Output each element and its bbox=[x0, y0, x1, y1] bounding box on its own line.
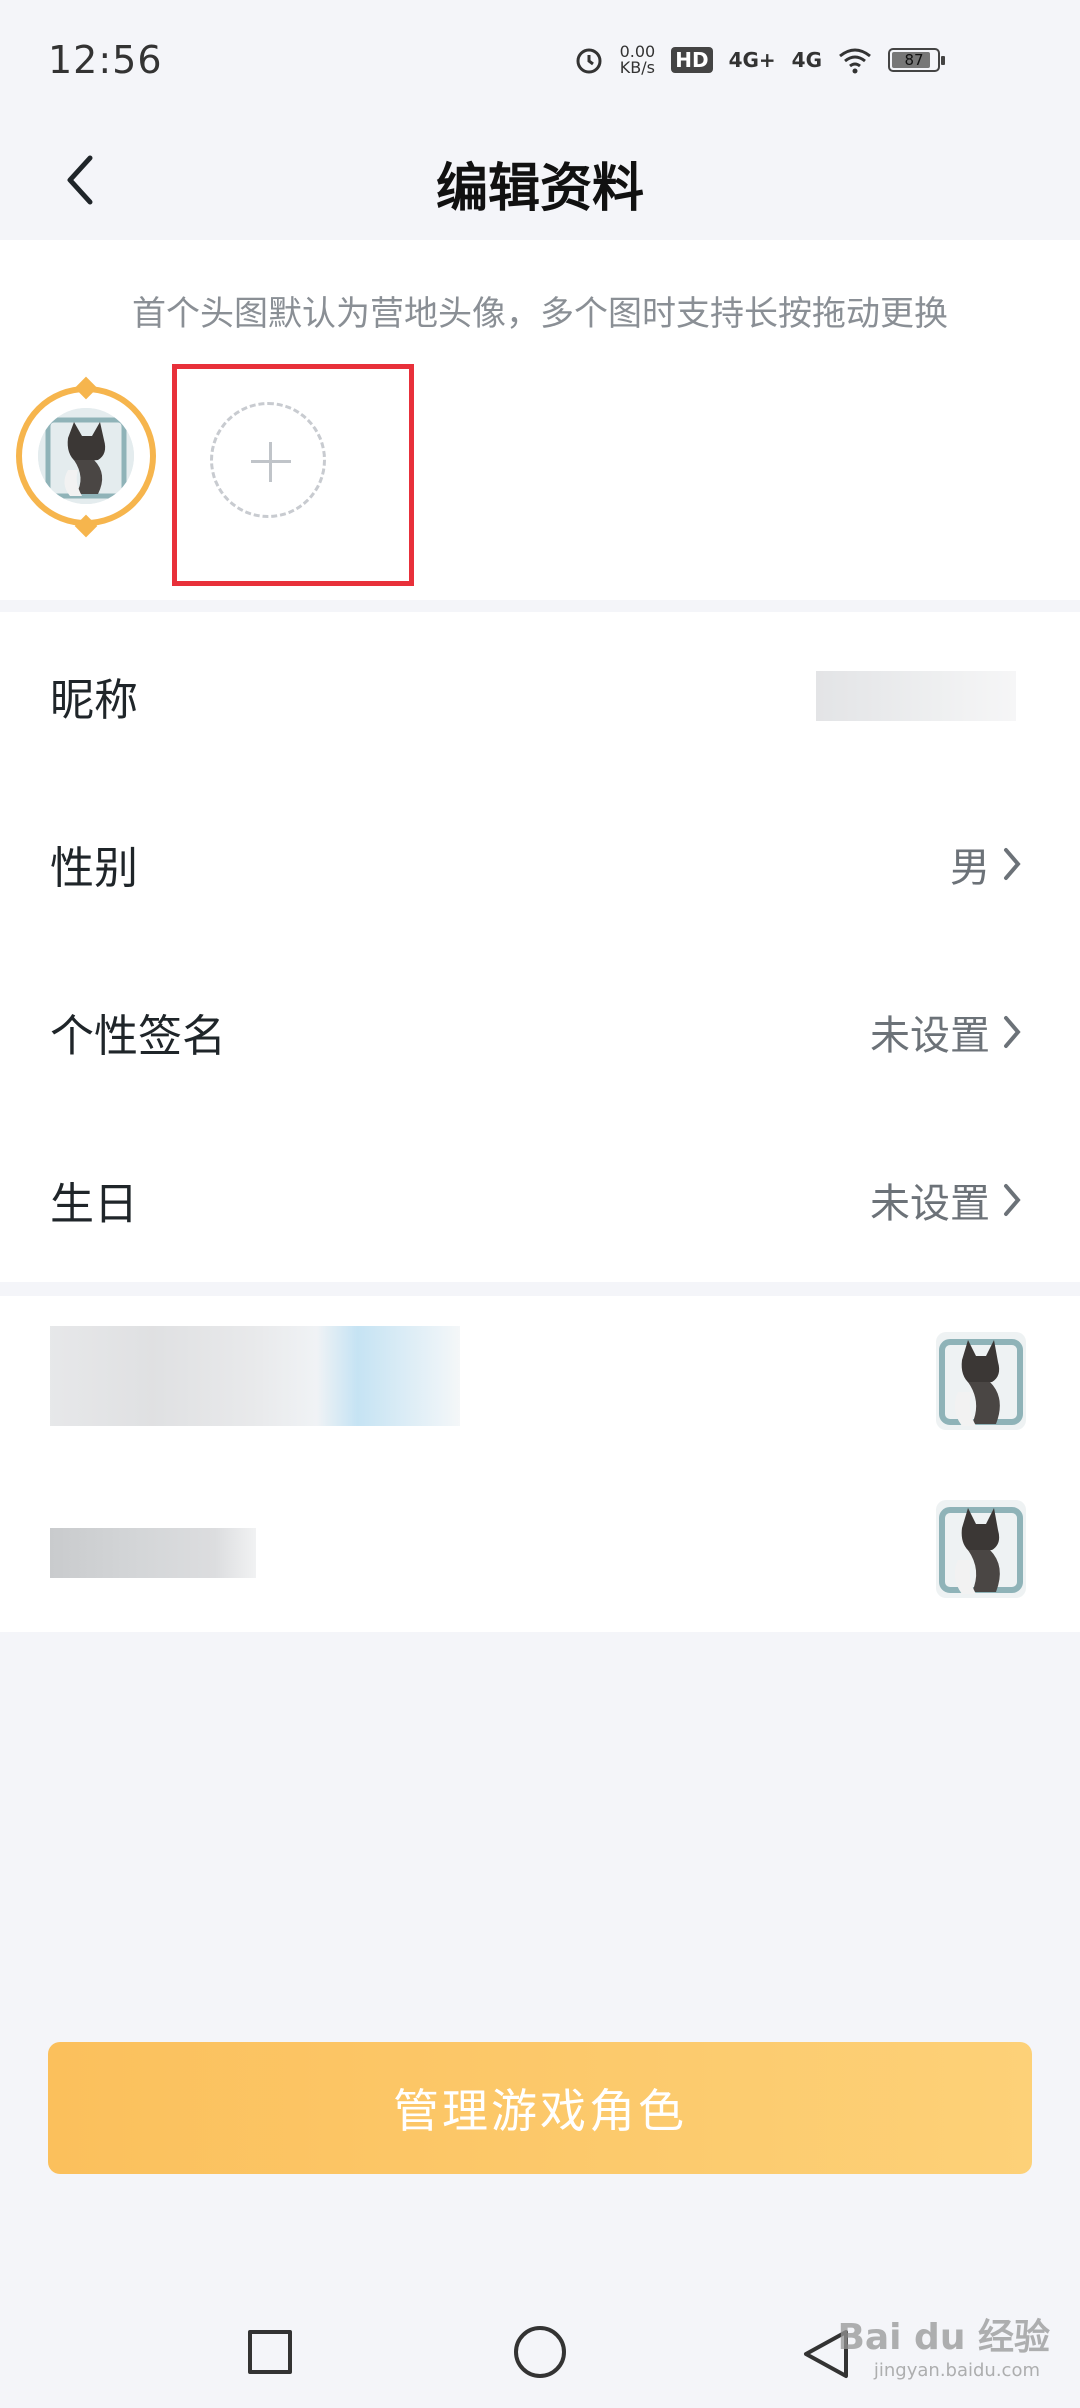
role-name-blurred bbox=[50, 1326, 460, 1426]
status-bar: 12:56 0.00 KB/s HD 4G+ 4G 87 bbox=[0, 0, 1080, 120]
highlight-annotation bbox=[172, 364, 414, 586]
avatar-image bbox=[38, 408, 134, 504]
manage-game-roles-button[interactable]: 管理游戏角色 bbox=[48, 2042, 1032, 2174]
gender-row[interactable]: 性别 男 bbox=[0, 780, 1080, 948]
signal-4g-icon: 4G bbox=[791, 48, 822, 72]
nickname-label: 昵称 bbox=[50, 675, 138, 726]
role-avatar bbox=[936, 1332, 1026, 1430]
network-speed: 0.00 KB/s bbox=[620, 44, 656, 76]
wifi-icon bbox=[839, 48, 871, 74]
signature-label: 个性签名 bbox=[50, 1011, 226, 1062]
watermark-logo: Bai du 经验 bbox=[837, 2317, 1050, 2358]
avatar[interactable] bbox=[16, 376, 164, 538]
battery-icon: 87 bbox=[888, 48, 945, 72]
game-roles-section bbox=[0, 1296, 1080, 1632]
nickname-value-blurred bbox=[816, 671, 1016, 721]
nickname-row[interactable]: 昵称 bbox=[0, 612, 1080, 780]
page-title: 编辑资料 bbox=[435, 159, 644, 219]
chevron-right-icon bbox=[1004, 1016, 1021, 1048]
signature-row[interactable]: 个性签名 未设置 bbox=[0, 948, 1080, 1116]
chevron-right-icon bbox=[1004, 1184, 1021, 1216]
speed-unit: KB/s bbox=[619, 58, 655, 77]
avatar-hint: 首个头图默认为营地头像，多个图时支持长按拖动更换 bbox=[132, 294, 948, 334]
battery-level: 87 bbox=[904, 51, 924, 69]
manage-button-label: 管理游戏角色 bbox=[393, 2084, 687, 2138]
signature-value: 未设置 bbox=[870, 1013, 990, 1059]
role-avatar bbox=[936, 1500, 1026, 1598]
birthday-value: 未设置 bbox=[870, 1181, 990, 1227]
gender-label: 性别 bbox=[50, 843, 138, 894]
game-role-row[interactable] bbox=[0, 1464, 1080, 1632]
game-role-row[interactable] bbox=[0, 1296, 1080, 1464]
system-nav-bar: Bai du 经验 jingyan.baidu.com bbox=[0, 2300, 1080, 2408]
chevron-right-icon bbox=[1004, 848, 1021, 880]
title-bar: 编辑资料 bbox=[0, 120, 1080, 238]
status-time: 12:56 bbox=[48, 38, 163, 82]
alarm-icon bbox=[576, 48, 602, 74]
recents-button[interactable] bbox=[248, 2330, 292, 2374]
hd-icon: HD bbox=[671, 47, 713, 73]
signal-4g-plus-icon: 4G+ bbox=[728, 48, 776, 72]
birthday-label: 生日 bbox=[50, 1179, 138, 1230]
birthday-row[interactable]: 生日 未设置 bbox=[0, 1116, 1080, 1284]
watermark-url: jingyan.baidu.com bbox=[873, 2360, 1040, 2381]
home-button[interactable] bbox=[514, 2326, 566, 2378]
role-name-blurred bbox=[50, 1528, 256, 1578]
gender-value: 男 bbox=[950, 845, 990, 891]
status-icons: 0.00 KB/s HD 4G+ 4G 87 bbox=[574, 40, 945, 80]
avatar-section: 首个头图默认为营地头像，多个图时支持长按拖动更换 bbox=[0, 240, 1080, 600]
profile-list: 昵称 性别 男 个性签名 未设置 生日 未设置 bbox=[0, 612, 1080, 1282]
